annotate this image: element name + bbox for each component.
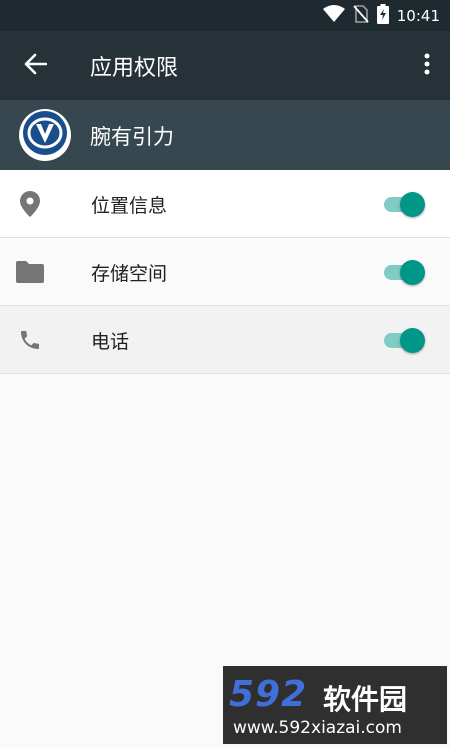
permission-row-location[interactable]: 位置信息 xyxy=(0,170,450,238)
battery-charging-icon xyxy=(376,3,389,28)
watermark-number: 592 xyxy=(229,674,308,715)
more-vert-icon xyxy=(424,53,430,79)
more-options-button[interactable] xyxy=(418,51,436,81)
app-bar: 应用权限 xyxy=(0,31,450,100)
permission-label: 电话 xyxy=(91,331,130,353)
toggle-thumb xyxy=(400,260,425,285)
watermark: 592 软件园 www.592xiazai.com xyxy=(223,666,447,744)
app-header: 腕有引力 xyxy=(0,100,450,170)
phone-toggle[interactable] xyxy=(382,327,430,353)
status-bar: 10:41 xyxy=(0,0,450,31)
folder-icon xyxy=(16,258,44,286)
status-time: 10:41 xyxy=(396,6,440,25)
page-title: 应用权限 xyxy=(90,56,179,81)
phone-icon xyxy=(16,326,44,354)
permission-label: 存储空间 xyxy=(91,263,168,285)
permission-label: 位置信息 xyxy=(91,195,168,217)
app-name: 腕有引力 xyxy=(90,125,174,149)
location-pin-icon xyxy=(16,190,44,218)
toggle-thumb xyxy=(400,192,425,217)
permission-row-phone[interactable]: 电话 xyxy=(0,306,450,374)
storage-toggle[interactable] xyxy=(382,259,430,285)
app-logo xyxy=(19,109,71,161)
watermark-url: www.592xiazai.com xyxy=(233,718,402,738)
toggle-thumb xyxy=(400,328,425,353)
location-toggle[interactable] xyxy=(382,191,430,217)
arrow-back-icon xyxy=(23,53,48,79)
watermark-brand: 软件园 xyxy=(323,683,408,716)
status-icons: 10:41 xyxy=(322,0,440,31)
changan-v-logo xyxy=(22,110,68,160)
permission-row-storage[interactable]: 存储空间 xyxy=(0,238,450,306)
no-sim-icon xyxy=(353,4,369,27)
back-button[interactable] xyxy=(18,52,52,80)
wifi-icon xyxy=(322,5,345,26)
permission-list: 位置信息 存储空间 电话 xyxy=(0,170,450,374)
